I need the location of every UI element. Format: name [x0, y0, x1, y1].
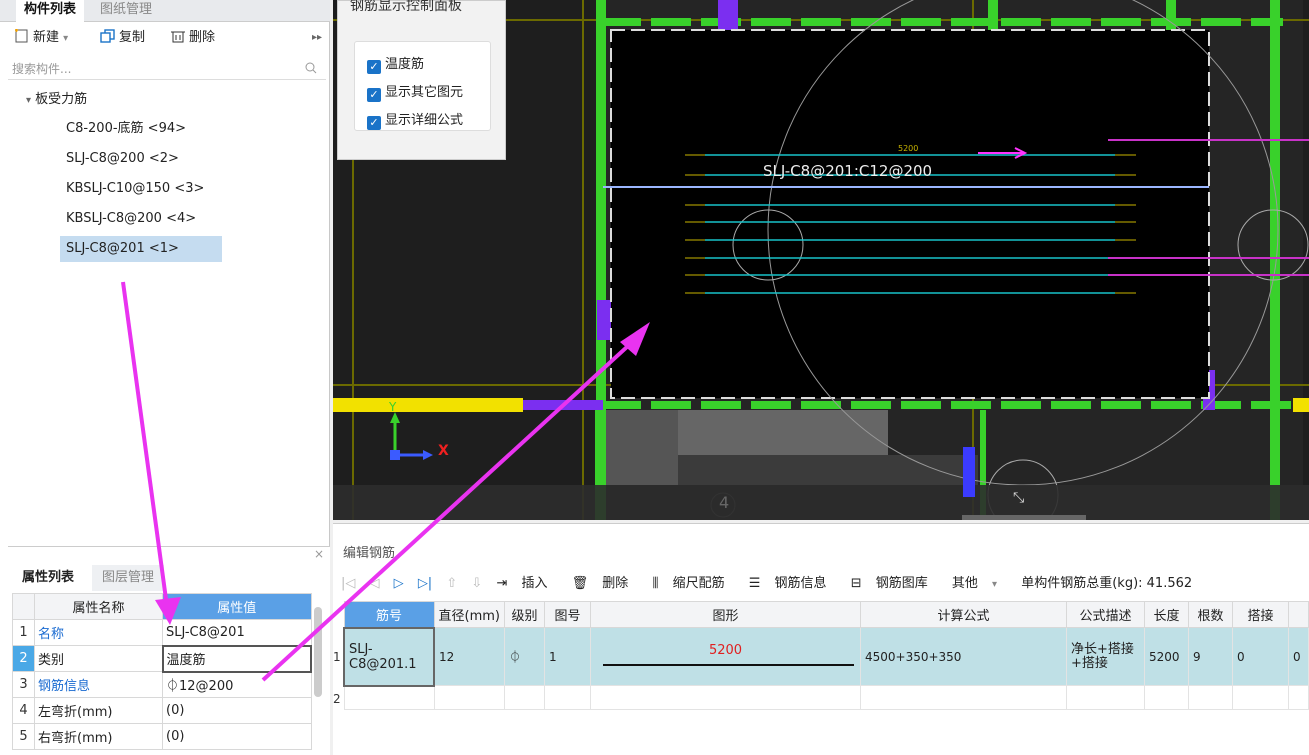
zoom-fit-icon[interactable]: ⤡: [1013, 490, 1033, 510]
copy-icon: [100, 28, 116, 43]
prev-icon[interactable]: ◁: [370, 576, 380, 591]
properties-table: 属性名称 属性值 1 名称 SLJ-C8@201 2 类别 温度筋 3 钢筋信息…: [12, 593, 312, 750]
column-header: 搭接: [1231, 601, 1289, 628]
tab-component-list[interactable]: 构件列表: [16, 0, 85, 22]
component-panel: 构件列表 图纸管理 新建 ▾ 复制 删除 ▸▸ 搜索构件... ▾ 板受力筋 C…: [0, 0, 330, 755]
insert-icon: ⇥: [496, 576, 508, 591]
new-button[interactable]: 新建 ▾: [14, 26, 68, 50]
insert-button[interactable]: ⇥ 插入: [496, 576, 557, 591]
tab-layer-management[interactable]: 图层管理: [92, 565, 165, 591]
column-header: 筋号: [343, 601, 435, 628]
tree-item[interactable]: SLJ-C8@200 <2>: [60, 146, 185, 172]
table-row[interactable]: 5 右弯折(mm) (0): [12, 723, 312, 750]
tree-item[interactable]: KBSLJ-C8@200 <4>: [60, 206, 202, 232]
edit-rebar-panel: 编辑钢筋 |◁ ◁ ▷ ▷| ⇧ ⇩ ⇥ 插入 🗑 删除 ⫼ 缩尺配筋 ☰ 钢筋…: [333, 523, 1309, 755]
row-number: 2: [333, 692, 341, 706]
table-row[interactable]: SLJ-C8@201.1 12 ⏀ 1 5200 4500+350+350 净长…: [343, 626, 1309, 687]
search-input[interactable]: 搜索构件...: [8, 58, 326, 80]
rebar-table: 筋号 直径(mm) 级别 图号 图形 计算公式 公式描述 长度 根数 搭接 SL…: [343, 601, 1309, 710]
column-header: 计算公式: [859, 601, 1067, 628]
total-weight: 单构件钢筋总重(kg): 41.562: [1021, 576, 1193, 591]
edit-toolbar: |◁ ◁ ▷ ▷| ⇧ ⇩ ⇥ 插入 🗑 删除 ⫼ 缩尺配筋 ☰ 钢筋信息 ⊟ …: [341, 572, 1202, 596]
chevron-down-icon: ▾: [26, 95, 32, 106]
column-header: 直径(mm): [433, 601, 505, 628]
last-icon[interactable]: ▷|: [418, 576, 432, 591]
copy-label: 复制: [119, 30, 146, 45]
table-row[interactable]: 2 类别 温度筋: [12, 644, 312, 673]
checkbox-temperature-rebar[interactable]: ✓ 温度筋: [367, 56, 424, 76]
copy-button[interactable]: 复制: [100, 26, 145, 50]
tab-drawing-management[interactable]: 图纸管理: [92, 0, 160, 22]
column-header-value: 属性值: [162, 593, 312, 620]
trash-icon: [170, 28, 186, 43]
rebar-info-button[interactable]: ☰ 钢筋信息: [749, 576, 837, 591]
tree-item[interactable]: KBSLJ-C10@150 <3>: [60, 176, 210, 202]
column-header: 级别: [503, 601, 545, 628]
table-row[interactable]: 4 左弯折(mm) (0): [12, 697, 312, 724]
checkbox-show-detail-formula[interactable]: ✓ 显示详细公式: [367, 112, 463, 132]
grid-number: 4: [719, 493, 730, 512]
trash-icon: 🗑: [571, 576, 589, 591]
rebar-library-button[interactable]: ⊟ 钢筋图库: [851, 576, 938, 591]
shape-cell[interactable]: 5200: [589, 627, 861, 686]
move-down-icon[interactable]: ⇩: [471, 576, 482, 591]
chevron-down-icon: ▾: [992, 579, 998, 590]
move-up-icon[interactable]: ⇧: [446, 576, 457, 591]
next-icon[interactable]: ▷: [394, 576, 404, 591]
library-icon: ⊟: [850, 576, 862, 591]
table-row[interactable]: [343, 685, 1309, 710]
delete-button[interactable]: 删除: [170, 26, 215, 50]
dimension-label: 5200: [898, 144, 919, 153]
column-header: 根数: [1187, 601, 1233, 628]
table-row[interactable]: 1 名称 SLJ-C8@201: [12, 619, 312, 646]
table-row[interactable]: 3 钢筋信息 ⏀12@200: [12, 671, 312, 698]
tab-properties[interactable]: 属性列表: [12, 565, 85, 591]
tree-root-label: 板受力筋: [35, 92, 88, 107]
delete-label: 删除: [189, 30, 216, 45]
bar-id-cell[interactable]: SLJ-C8@201.1: [343, 626, 435, 687]
rebar-label: SLJ-C8@201:C12@200: [763, 162, 933, 180]
column-header: 图号: [543, 601, 591, 628]
shape-line: [602, 664, 854, 666]
search-icon[interactable]: [305, 62, 317, 74]
other-menu[interactable]: 其他 ▾: [952, 576, 1007, 591]
scale-icon: ⫼: [652, 576, 659, 591]
info-icon: ☰: [748, 576, 761, 591]
axis-y-label: Y: [389, 400, 397, 414]
control-panel-title: 钢筋显示控制面板: [350, 0, 462, 14]
tree-root[interactable]: ▾ 板受力筋: [26, 88, 87, 107]
expand-icon[interactable]: ▸▸: [312, 26, 322, 50]
close-icon[interactable]: ×: [314, 547, 324, 561]
column-header: 公式描述: [1065, 601, 1145, 628]
edit-panel-title: 编辑钢筋: [343, 546, 396, 561]
scrollbar[interactable]: [314, 607, 322, 697]
scale-rebar-button[interactable]: ⫼ 缩尺配筋: [652, 576, 734, 591]
new-label: 新建: [33, 30, 60, 45]
row-number: 1: [333, 650, 341, 664]
checkbox-icon: ✓: [367, 60, 381, 74]
checkbox-icon: ✓: [367, 88, 381, 102]
column-header: 长度: [1143, 601, 1189, 628]
rebar-display-control-panel: 钢筋显示控制面板 ✓ 温度筋 ✓ 显示其它图元 ✓ 显示详细公式: [337, 0, 506, 160]
first-icon[interactable]: |◁: [341, 576, 355, 591]
checkbox-icon: ✓: [367, 116, 381, 130]
column-header: 图形: [589, 601, 861, 628]
shape-length: 5200: [708, 643, 743, 658]
tree-item-selected[interactable]: SLJ-C8@201 <1>: [60, 236, 222, 262]
properties-panel: × 属性列表 图层管理 属性名称 属性值 1 名称 SLJ-C8@201 2 类…: [8, 546, 330, 755]
control-options: ✓ 温度筋 ✓ 显示其它图元 ✓ 显示详细公式: [354, 41, 491, 131]
checkbox-show-other-elements[interactable]: ✓ 显示其它图元: [367, 84, 463, 104]
axis-x-label: X: [438, 443, 449, 459]
tree-item[interactable]: C8-200-底筋 <94>: [60, 116, 192, 142]
component-tabs: 构件列表 图纸管理: [0, 0, 330, 22]
column-header-name: 属性名称: [34, 593, 163, 620]
new-icon: [14, 28, 30, 43]
delete-row-button[interactable]: 🗑 删除: [572, 576, 639, 591]
